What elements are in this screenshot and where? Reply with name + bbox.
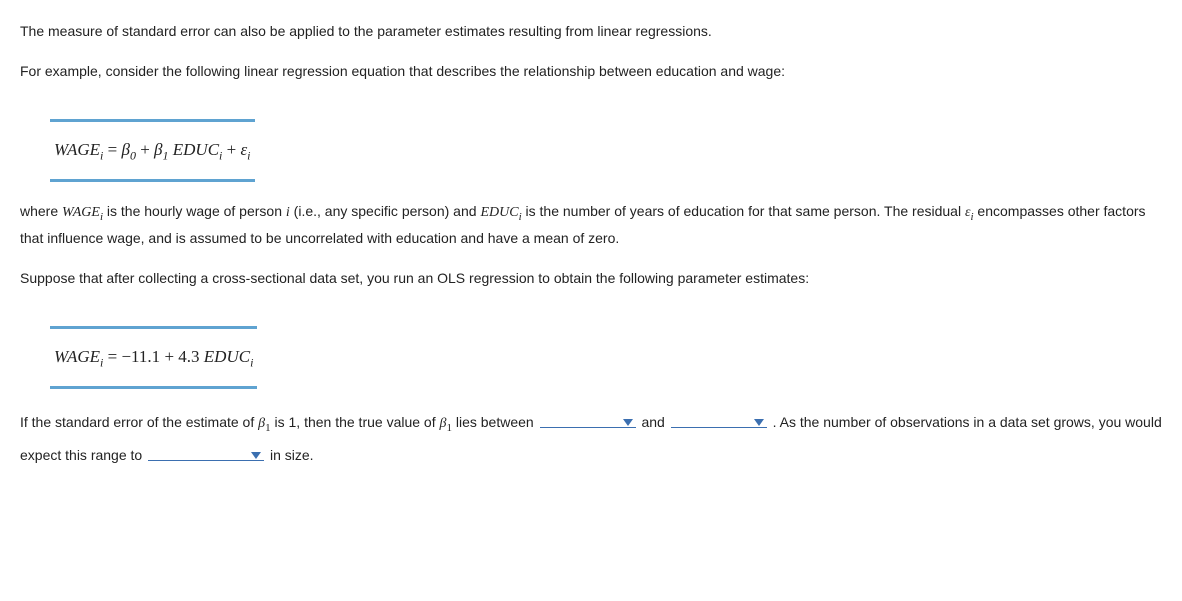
question-para: If the standard error of the estimate of… (20, 407, 1162, 471)
dropdown-range-size[interactable] (148, 442, 264, 461)
intro-para-1: The measure of standard error can also b… (20, 20, 1162, 42)
equation-2-content: WAGEi = −11.1 + 4.3 EDUCi (54, 347, 253, 366)
chevron-down-icon (753, 417, 765, 427)
equation-1-content: WAGEi = β0 + β1 EDUCi + εi (54, 140, 251, 159)
chevron-down-icon (622, 417, 634, 427)
suppose-para: Suppose that after collecting a cross-se… (20, 267, 1162, 289)
dropdown-lower-bound[interactable] (540, 409, 636, 428)
dropdown-upper-bound[interactable] (671, 409, 767, 428)
equation-1: WAGEi = β0 + β1 EDUCi + εi (50, 119, 255, 183)
chevron-down-icon (250, 450, 262, 460)
where-para: where WAGEi is the hourly wage of person… (20, 200, 1162, 249)
equation-2: WAGEi = −11.1 + 4.3 EDUCi (50, 326, 257, 390)
intro-para-2: For example, consider the following line… (20, 60, 1162, 82)
